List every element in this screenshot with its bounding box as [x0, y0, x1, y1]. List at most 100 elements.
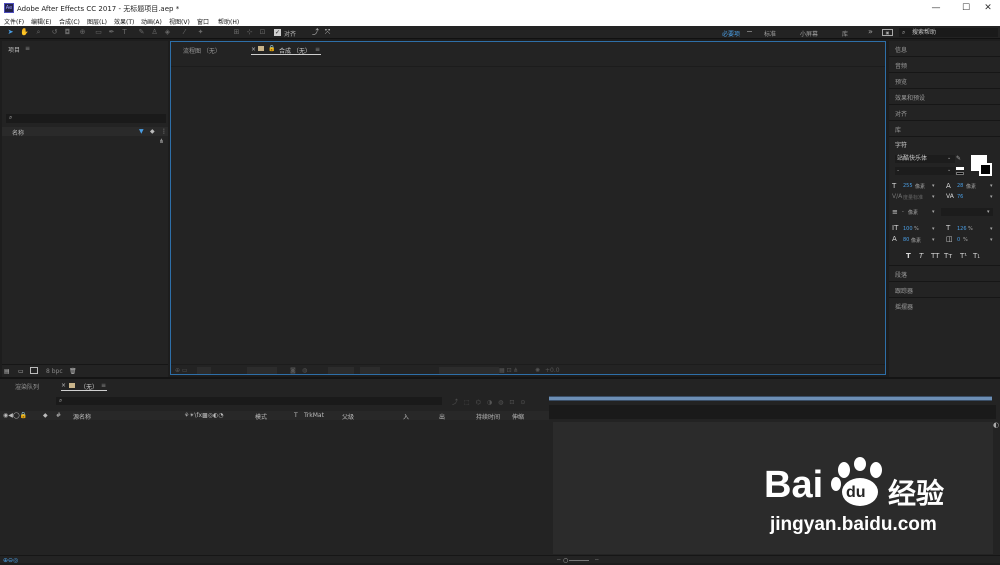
panel-tracker[interactable]: 跟踪器: [895, 286, 913, 295]
zoom-slider[interactable]: [569, 560, 589, 561]
menu-window[interactable]: 窗口: [197, 17, 209, 26]
col-stretch[interactable]: 伸缩: [512, 412, 524, 421]
rotate-tool-icon[interactable]: ↺: [50, 28, 59, 37]
project-panel-title[interactable]: 项目: [8, 45, 20, 54]
dropdown-arrow-icon[interactable]: ▾: [987, 209, 990, 215]
stroke-color-swatch[interactable]: [979, 163, 992, 176]
workspace-small-screen[interactable]: 小屏幕: [800, 29, 818, 38]
dropdown-arrow-icon[interactable]: ▾: [990, 237, 993, 243]
interpret-footage-icon[interactable]: ▤: [4, 368, 10, 375]
region-of-interest-dropdown[interactable]: [360, 367, 380, 374]
panel-info[interactable]: 信息: [895, 45, 907, 54]
selection-tool-icon[interactable]: ➤: [6, 28, 15, 37]
search-help-input[interactable]: ⌕ 搜索帮助: [899, 28, 998, 37]
all-caps-button[interactable]: TT: [931, 252, 939, 260]
col-out[interactable]: 出: [439, 412, 445, 421]
workspace-standard[interactable]: 标准: [764, 29, 776, 38]
dropdown-arrow-icon[interactable]: ⌄: [947, 167, 951, 173]
tab-close-icon[interactable]: ×: [251, 46, 256, 53]
tab-close-icon[interactable]: ×: [61, 382, 66, 389]
view-axis-icon[interactable]: ⊡: [258, 28, 267, 37]
clone-stamp-tool-icon[interactable]: ♙: [150, 28, 159, 37]
pen-tool-icon[interactable]: ✒: [107, 28, 116, 37]
world-axis-icon[interactable]: ⊹: [245, 28, 254, 37]
dropdown-arrow-icon[interactable]: ▾: [932, 237, 935, 243]
col-t[interactable]: T: [294, 412, 298, 419]
rectangle-tool-icon[interactable]: ▭: [94, 28, 103, 37]
new-composition-icon[interactable]: [30, 367, 38, 374]
dropdown-arrow-icon[interactable]: ▾: [932, 183, 935, 189]
timecode-display[interactable]: [247, 367, 277, 374]
col-mode[interactable]: 模式: [255, 412, 267, 421]
horizontal-scale-value[interactable]: 126: [957, 226, 967, 232]
bpc-label[interactable]: 8 bpc: [46, 368, 63, 375]
font-family-dropdown[interactable]: 站酷快乐体: [895, 155, 955, 163]
viewer-options-icon[interactable]: ▦ ⊡ ⋔: [499, 367, 519, 374]
dropdown-arrow-icon[interactable]: ▾: [932, 194, 935, 200]
snap-icon[interactable]: ⤴: [311, 28, 320, 37]
baseline-shift-value[interactable]: 80: [903, 237, 909, 243]
time-ruler[interactable]: [549, 405, 996, 419]
magnification-icon[interactable]: ⊕ ▭: [175, 367, 188, 374]
menu-composition[interactable]: 合成(C): [59, 17, 80, 26]
panel-menu-icon[interactable]: ≡: [25, 45, 30, 52]
layer-switches-icons[interactable]: ⚘✴\fx▩◎◐◔: [184, 412, 223, 419]
puppet-tool-icon[interactable]: ✦: [196, 28, 205, 37]
superscript-button[interactable]: T¹: [960, 252, 967, 260]
menu-effect[interactable]: 效果(T): [114, 17, 134, 26]
type-icon[interactable]: ⋮: [161, 128, 167, 135]
menu-edit[interactable]: 编辑(E): [31, 17, 51, 26]
label-tag-icon[interactable]: ◆: [150, 128, 155, 135]
panel-paragraph[interactable]: 段落: [895, 270, 907, 279]
workspace-library[interactable]: 库: [842, 29, 848, 38]
workspace-menu-icon[interactable]: [747, 31, 752, 32]
type-tool-icon[interactable]: T: [120, 28, 129, 37]
leading-value[interactable]: 28: [957, 183, 963, 189]
dropdown-arrow-icon[interactable]: ▾: [990, 226, 993, 232]
timeline-switches-icons[interactable]: ⤴⬚⌬◑◍⊡⊙: [452, 397, 531, 406]
eyedropper-icon[interactable]: ✎: [956, 155, 961, 162]
show-channel-icon[interactable]: ◍: [302, 367, 307, 374]
align-checkbox[interactable]: ✓: [274, 29, 281, 36]
panel-preview[interactable]: 预览: [895, 77, 907, 86]
stroke-options-dropdown[interactable]: [941, 208, 993, 216]
workspace-essentials[interactable]: 必要项: [722, 29, 740, 38]
no-stroke-swatch[interactable]: [956, 172, 964, 175]
magnification-dropdown[interactable]: [197, 367, 211, 374]
work-area-range[interactable]: [549, 397, 992, 400]
col-trkmat[interactable]: TrkMat: [304, 412, 324, 419]
snapshot-icon[interactable]: ◙: [290, 367, 296, 374]
panel-align[interactable]: 对齐: [895, 109, 907, 118]
current-time-indicator-icon[interactable]: ◐: [993, 421, 999, 429]
sync-settings-icon[interactable]: ▣: [882, 29, 893, 36]
resolution-dropdown[interactable]: [328, 367, 354, 374]
project-search-input[interactable]: ⌕: [6, 114, 166, 123]
tab-flowchart[interactable]: 流程图 （无）: [183, 46, 221, 55]
kerning-dropdown[interactable]: 度量标准: [903, 194, 923, 201]
roto-brush-tool-icon[interactable]: ⁄: [180, 28, 189, 37]
timeline-search-input[interactable]: ⌕: [56, 397, 442, 405]
label-icon[interactable]: ◆: [43, 412, 48, 419]
small-caps-button[interactable]: Tт: [944, 252, 952, 260]
col-in[interactable]: 入: [403, 412, 409, 421]
av-switch-icons[interactable]: ◉◀◯🔒: [3, 412, 27, 419]
dropdown-arrow-icon[interactable]: ▾: [990, 194, 993, 200]
exposure-readout[interactable]: +0.0: [545, 367, 560, 374]
faux-italic-button[interactable]: T: [919, 252, 923, 260]
eraser-tool-icon[interactable]: ◈: [163, 28, 172, 37]
menu-animation[interactable]: 动画(A): [141, 17, 162, 26]
menu-view[interactable]: 视图(V): [169, 17, 190, 26]
flowchart-icon[interactable]: ⋔: [159, 138, 164, 145]
close-button[interactable]: ✕: [972, 0, 1000, 16]
exposure-icon[interactable]: ✺: [535, 367, 540, 374]
new-folder-icon[interactable]: ▭: [18, 368, 24, 375]
zoom-tool-icon[interactable]: ⌕: [34, 28, 43, 37]
local-axis-icon[interactable]: ⊞: [232, 28, 241, 37]
font-size-value[interactable]: 255: [903, 183, 913, 189]
menu-layer[interactable]: 图层(L): [87, 17, 107, 26]
dropdown-arrow-icon[interactable]: ⌄: [947, 155, 951, 161]
tracking-value[interactable]: 76: [957, 194, 963, 200]
stroke-width-value[interactable]: -: [902, 209, 904, 215]
dropdown-arrow-icon[interactable]: ▾: [932, 209, 935, 215]
lock-icon[interactable]: 🔒: [268, 45, 275, 52]
